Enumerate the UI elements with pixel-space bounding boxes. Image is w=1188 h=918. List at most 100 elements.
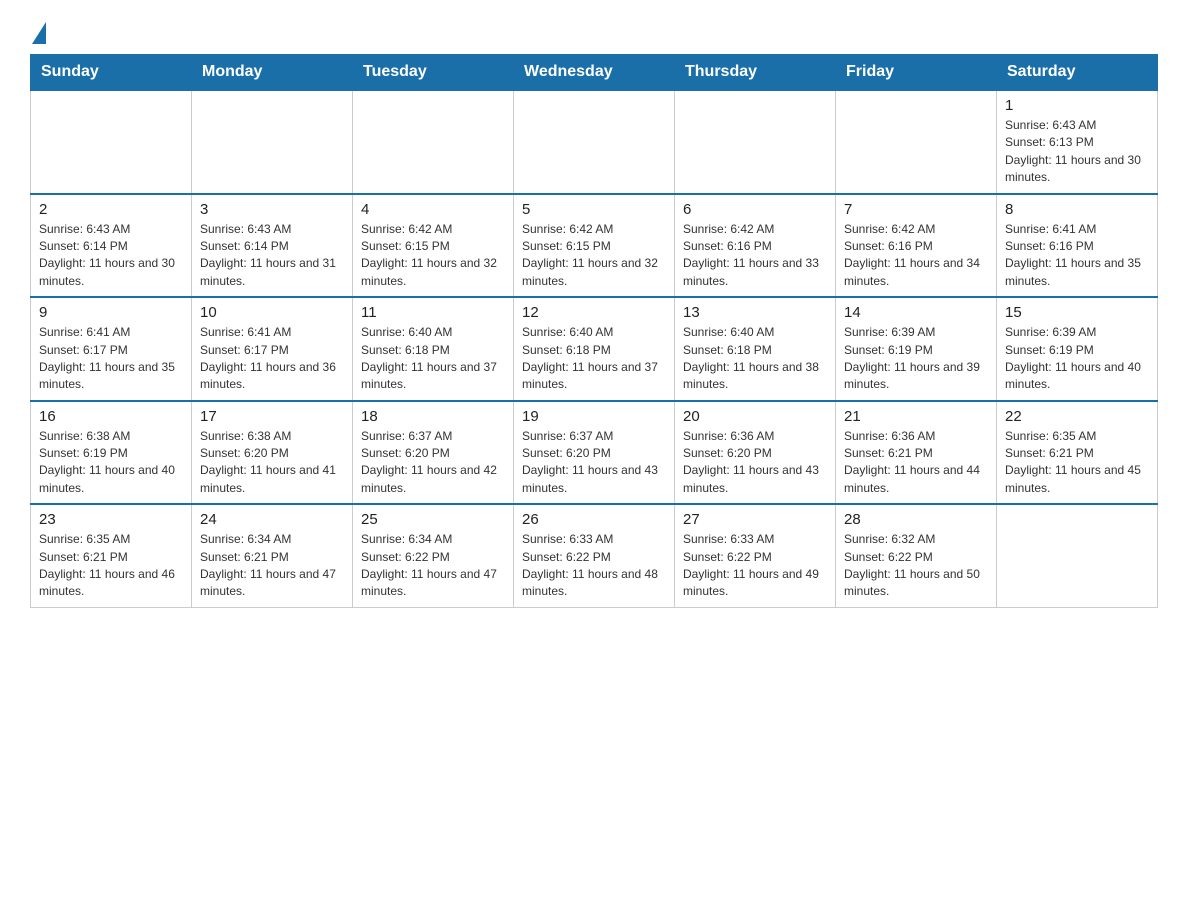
day-cell: 4 Sunrise: 6:42 AMSunset: 6:15 PMDaylight… <box>353 194 514 298</box>
day-info: Sunrise: 6:40 AMSunset: 6:18 PMDaylight:… <box>361 324 505 394</box>
day-info: Sunrise: 6:39 AMSunset: 6:19 PMDaylight:… <box>1005 324 1149 394</box>
day-info: Sunrise: 6:43 AMSunset: 6:14 PMDaylight:… <box>39 221 183 291</box>
day-cell: 25 Sunrise: 6:34 AMSunset: 6:22 PMDayligh… <box>353 504 514 607</box>
day-info: Sunrise: 6:32 AMSunset: 6:22 PMDaylight:… <box>844 531 988 601</box>
day-info: Sunrise: 6:40 AMSunset: 6:18 PMDaylight:… <box>683 324 827 394</box>
day-info: Sunrise: 6:33 AMSunset: 6:22 PMDaylight:… <box>522 531 666 601</box>
day-info: Sunrise: 6:41 AMSunset: 6:16 PMDaylight:… <box>1005 221 1149 291</box>
column-header-tuesday: Tuesday <box>353 55 514 91</box>
week-row-3: 9 Sunrise: 6:41 AMSunset: 6:17 PMDaylight… <box>31 297 1158 401</box>
day-cell: 10 Sunrise: 6:41 AMSunset: 6:17 PMDayligh… <box>192 297 353 401</box>
day-info: Sunrise: 6:43 AMSunset: 6:13 PMDaylight:… <box>1005 117 1149 187</box>
day-info: Sunrise: 6:41 AMSunset: 6:17 PMDaylight:… <box>39 324 183 394</box>
column-header-monday: Monday <box>192 55 353 91</box>
day-number: 10 <box>200 304 344 321</box>
day-cell: 19 Sunrise: 6:37 AMSunset: 6:20 PMDayligh… <box>514 401 675 505</box>
day-cell: 13 Sunrise: 6:40 AMSunset: 6:18 PMDayligh… <box>675 297 836 401</box>
column-header-saturday: Saturday <box>997 55 1158 91</box>
day-info: Sunrise: 6:39 AMSunset: 6:19 PMDaylight:… <box>844 324 988 394</box>
day-info: Sunrise: 6:38 AMSunset: 6:20 PMDaylight:… <box>200 428 344 498</box>
day-info: Sunrise: 6:43 AMSunset: 6:14 PMDaylight:… <box>200 221 344 291</box>
calendar-table: SundayMondayTuesdayWednesdayThursdayFrid… <box>30 54 1158 608</box>
day-number: 23 <box>39 511 183 528</box>
day-number: 17 <box>200 408 344 425</box>
day-info: Sunrise: 6:37 AMSunset: 6:20 PMDaylight:… <box>361 428 505 498</box>
day-cell: 14 Sunrise: 6:39 AMSunset: 6:19 PMDayligh… <box>836 297 997 401</box>
day-number: 2 <box>39 201 183 218</box>
day-info: Sunrise: 6:42 AMSunset: 6:16 PMDaylight:… <box>844 221 988 291</box>
day-info: Sunrise: 6:33 AMSunset: 6:22 PMDaylight:… <box>683 531 827 601</box>
day-number: 13 <box>683 304 827 321</box>
day-cell: 6 Sunrise: 6:42 AMSunset: 6:16 PMDaylight… <box>675 194 836 298</box>
day-cell: 28 Sunrise: 6:32 AMSunset: 6:22 PMDayligh… <box>836 504 997 607</box>
day-info: Sunrise: 6:41 AMSunset: 6:17 PMDaylight:… <box>200 324 344 394</box>
column-header-sunday: Sunday <box>31 55 192 91</box>
day-cell <box>836 90 997 194</box>
day-cell: 22 Sunrise: 6:35 AMSunset: 6:21 PMDayligh… <box>997 401 1158 505</box>
day-number: 21 <box>844 408 988 425</box>
column-header-thursday: Thursday <box>675 55 836 91</box>
day-cell: 20 Sunrise: 6:36 AMSunset: 6:20 PMDayligh… <box>675 401 836 505</box>
day-cell: 7 Sunrise: 6:42 AMSunset: 6:16 PMDaylight… <box>836 194 997 298</box>
day-number: 7 <box>844 201 988 218</box>
week-row-1: 1 Sunrise: 6:43 AMSunset: 6:13 PMDaylight… <box>31 90 1158 194</box>
day-number: 3 <box>200 201 344 218</box>
day-info: Sunrise: 6:42 AMSunset: 6:16 PMDaylight:… <box>683 221 827 291</box>
day-cell: 11 Sunrise: 6:40 AMSunset: 6:18 PMDayligh… <box>353 297 514 401</box>
day-number: 6 <box>683 201 827 218</box>
day-number: 26 <box>522 511 666 528</box>
day-cell: 27 Sunrise: 6:33 AMSunset: 6:22 PMDayligh… <box>675 504 836 607</box>
day-cell: 3 Sunrise: 6:43 AMSunset: 6:14 PMDaylight… <box>192 194 353 298</box>
day-cell <box>514 90 675 194</box>
day-number: 19 <box>522 408 666 425</box>
day-number: 11 <box>361 304 505 321</box>
day-info: Sunrise: 6:36 AMSunset: 6:20 PMDaylight:… <box>683 428 827 498</box>
day-cell: 9 Sunrise: 6:41 AMSunset: 6:17 PMDaylight… <box>31 297 192 401</box>
day-cell <box>997 504 1158 607</box>
day-cell: 5Sunrise: 6:42 AMSunset: 6:15 PMDaylight… <box>514 194 675 298</box>
day-cell: 1 Sunrise: 6:43 AMSunset: 6:13 PMDaylight… <box>997 90 1158 194</box>
week-row-5: 23 Sunrise: 6:35 AMSunset: 6:21 PMDayligh… <box>31 504 1158 607</box>
day-number: 14 <box>844 304 988 321</box>
day-number: 20 <box>683 408 827 425</box>
week-row-2: 2 Sunrise: 6:43 AMSunset: 6:14 PMDaylight… <box>31 194 1158 298</box>
day-cell: 2 Sunrise: 6:43 AMSunset: 6:14 PMDaylight… <box>31 194 192 298</box>
day-number: 18 <box>361 408 505 425</box>
day-info: Sunrise: 6:37 AMSunset: 6:20 PMDaylight:… <box>522 428 666 498</box>
day-info: Sunrise: 6:35 AMSunset: 6:21 PMDaylight:… <box>1005 428 1149 498</box>
day-cell: 15 Sunrise: 6:39 AMSunset: 6:19 PMDayligh… <box>997 297 1158 401</box>
week-row-4: 16 Sunrise: 6:38 AMSunset: 6:19 PMDayligh… <box>31 401 1158 505</box>
day-info: Sunrise: 6:38 AMSunset: 6:19 PMDaylight:… <box>39 428 183 498</box>
column-header-friday: Friday <box>836 55 997 91</box>
day-number: 15 <box>1005 304 1149 321</box>
day-number: 16 <box>39 408 183 425</box>
day-number: 22 <box>1005 408 1149 425</box>
day-info: Sunrise: 6:35 AMSunset: 6:21 PMDaylight:… <box>39 531 183 601</box>
day-number: 27 <box>683 511 827 528</box>
day-info: Sunrise: 6:34 AMSunset: 6:21 PMDaylight:… <box>200 531 344 601</box>
day-info: Sunrise: 6:34 AMSunset: 6:22 PMDaylight:… <box>361 531 505 601</box>
day-number: 25 <box>361 511 505 528</box>
day-cell: 16 Sunrise: 6:38 AMSunset: 6:19 PMDayligh… <box>31 401 192 505</box>
day-number: 5 <box>522 201 666 218</box>
day-cell: 12Sunrise: 6:40 AMSunset: 6:18 PMDayligh… <box>514 297 675 401</box>
day-cell: 17 Sunrise: 6:38 AMSunset: 6:20 PMDayligh… <box>192 401 353 505</box>
day-number: 9 <box>39 304 183 321</box>
day-number: 4 <box>361 201 505 218</box>
day-info: Sunrise: 6:36 AMSunset: 6:21 PMDaylight:… <box>844 428 988 498</box>
day-cell: 26 Sunrise: 6:33 AMSunset: 6:22 PMDayligh… <box>514 504 675 607</box>
day-cell <box>192 90 353 194</box>
day-cell: 8 Sunrise: 6:41 AMSunset: 6:16 PMDaylight… <box>997 194 1158 298</box>
day-number: 8 <box>1005 201 1149 218</box>
day-number: 1 <box>1005 97 1149 114</box>
day-info: Sunrise: 6:42 AMSunset: 6:15 PMDaylight:… <box>361 221 505 291</box>
day-number: 28 <box>844 511 988 528</box>
calendar-header-row: SundayMondayTuesdayWednesdayThursdayFrid… <box>31 55 1158 91</box>
day-cell <box>353 90 514 194</box>
day-cell <box>675 90 836 194</box>
column-header-wednesday: Wednesday <box>514 55 675 91</box>
logo-triangle-icon <box>32 22 46 44</box>
day-cell: 21 Sunrise: 6:36 AMSunset: 6:21 PMDayligh… <box>836 401 997 505</box>
day-cell: 23 Sunrise: 6:35 AMSunset: 6:21 PMDayligh… <box>31 504 192 607</box>
day-cell <box>31 90 192 194</box>
